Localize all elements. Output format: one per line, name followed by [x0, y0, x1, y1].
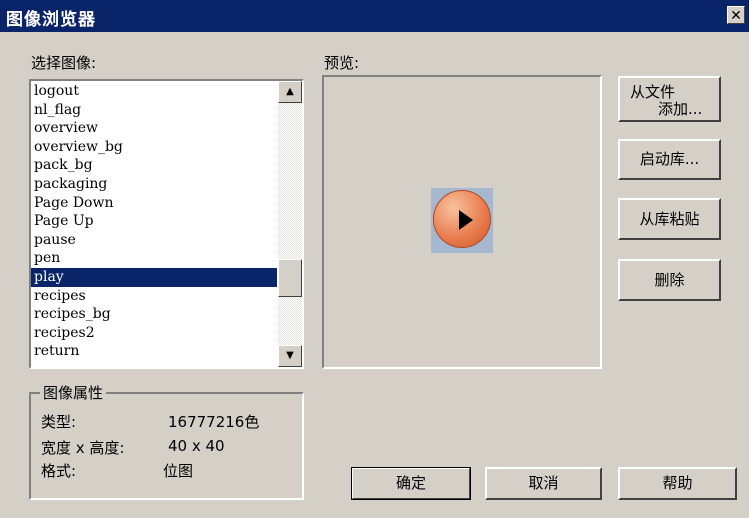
cancel-button[interactable]: 取消: [485, 467, 602, 500]
list-item[interactable]: logout: [31, 82, 277, 101]
list-item[interactable]: pen: [31, 249, 277, 268]
list-item[interactable]: recipes_bg: [31, 305, 277, 324]
list-item[interactable]: return: [31, 342, 277, 361]
list-item[interactable]: recipes2: [31, 324, 277, 343]
image-list: logout nl_flag overview overview_bg pack_bg p…: [31, 82, 277, 361]
list-item[interactable]: packaging: [31, 175, 277, 194]
type-value: 16777216色: [168, 413, 260, 431]
list-item[interactable]: Page Up: [31, 212, 277, 231]
format-label: 格式:: [41, 462, 77, 480]
type-label: 类型:: [41, 413, 77, 431]
paste-from-library-button[interactable]: 从库粘贴: [618, 198, 721, 240]
preview-pane: [322, 75, 602, 369]
preview-image: [431, 188, 493, 253]
list-item[interactable]: Page Down: [31, 194, 277, 213]
image-properties-title: 图像属性: [40, 382, 107, 403]
size-label: 宽度 x 高度:: [41, 439, 125, 457]
image-listbox[interactable]: logout nl_flag overview overview_bg pack_bg p…: [29, 79, 304, 369]
list-item[interactable]: recipes: [31, 287, 277, 306]
list-item[interactable]: nl_flag: [31, 101, 277, 120]
start-library-button[interactable]: 启动库...: [618, 139, 721, 180]
window-title: 图像浏览器: [6, 10, 96, 30]
vertical-scrollbar[interactable]: ▲ ▼: [278, 81, 302, 367]
list-item[interactable]: overview_bg: [31, 138, 277, 157]
image-browser-dialog: 图像浏览器 ✕ 选择图像: logout nl_flag overview overv…: [0, 0, 749, 518]
help-button[interactable]: 帮助: [618, 467, 737, 500]
title-bar: 图像浏览器 ✕: [0, 0, 749, 32]
list-item[interactable]: overview: [31, 119, 277, 138]
size-value: 40 x 40: [168, 437, 225, 455]
play-icon: [433, 190, 491, 248]
scroll-thumb[interactable]: [278, 259, 302, 297]
close-button[interactable]: ✕: [727, 6, 745, 24]
ok-button[interactable]: 确定: [351, 467, 471, 500]
list-item[interactable]: pause: [31, 231, 277, 250]
scroll-down-button[interactable]: ▼: [278, 345, 302, 367]
delete-button[interactable]: 删除: [618, 259, 721, 301]
select-image-label: 选择图像:: [31, 54, 97, 72]
list-item[interactable]: pack_bg: [31, 156, 277, 175]
scroll-up-button[interactable]: ▲: [278, 81, 302, 103]
add-from-file-button[interactable]: 从文件 添加...: [618, 76, 721, 122]
preview-label: 预览:: [324, 54, 360, 72]
list-item[interactable]: play: [31, 267, 277, 287]
format-value: 位图: [163, 462, 194, 480]
